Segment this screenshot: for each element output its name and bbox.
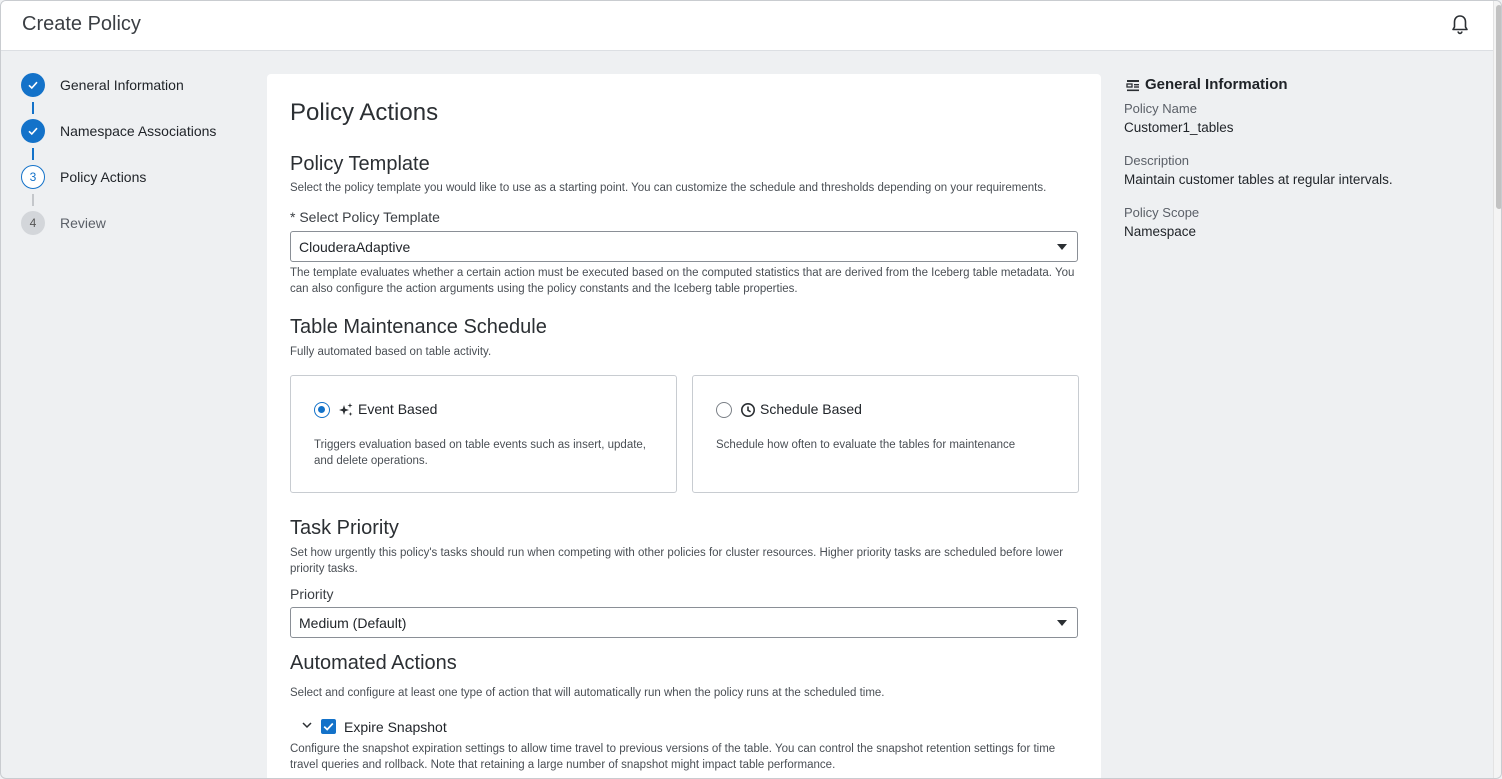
summary-field-value: Namespace xyxy=(1124,224,1197,239)
chevron-down-icon[interactable] xyxy=(302,720,312,730)
required-marker: * xyxy=(290,209,296,225)
schedule-based-option[interactable]: Schedule Based Schedule how often to eva… xyxy=(692,375,1079,493)
step-complete-icon xyxy=(21,119,45,143)
policy-template-select[interactable]: ClouderaAdaptive xyxy=(290,231,1078,262)
step-label: Policy Actions xyxy=(60,169,147,185)
select-template-label-text: Select Policy Template xyxy=(299,209,440,225)
policy-template-description: Select the policy template you would lik… xyxy=(290,182,1047,194)
step-connector xyxy=(32,194,34,206)
summary-grid-icon xyxy=(1126,80,1139,92)
priority-select[interactable]: Medium (Default) xyxy=(290,607,1078,638)
automated-actions-heading: Automated Actions xyxy=(290,652,457,674)
summary-field-value: Maintain customer tables at regular inte… xyxy=(1124,172,1393,187)
step-label: Namespace Associations xyxy=(60,123,217,139)
step-complete-icon xyxy=(21,73,45,97)
step-general-information[interactable]: General Information xyxy=(21,73,251,99)
schedule-based-radio[interactable] xyxy=(716,402,732,418)
caret-down-icon xyxy=(1057,244,1067,250)
schedule-heading: Table Maintenance Schedule xyxy=(290,316,547,338)
task-priority-description: Set how urgently this policy's tasks sho… xyxy=(290,547,1064,575)
policy-actions-card: Policy Actions Policy Template Select th… xyxy=(267,74,1101,778)
schedule-based-title: Schedule Based xyxy=(760,401,862,417)
caret-down-icon xyxy=(1057,620,1067,626)
step-namespace-associations[interactable]: Namespace Associations xyxy=(21,119,251,145)
step-review[interactable]: 4 Review xyxy=(21,211,251,237)
select-template-label: * Select Policy Template xyxy=(290,209,440,225)
task-priority-heading: Task Priority xyxy=(290,517,399,539)
priority-label: Priority xyxy=(290,586,334,602)
clock-icon xyxy=(741,403,755,417)
page-scrollbar[interactable] xyxy=(1493,1,1501,778)
summary-field-label: Description xyxy=(1124,153,1190,168)
event-based-option[interactable]: Event Based Triggers evaluation based on… xyxy=(290,375,677,493)
section-title: Policy Actions xyxy=(290,99,439,126)
automated-actions-description: Select and configure at least one type o… xyxy=(290,687,885,699)
sparkle-icon xyxy=(339,403,353,416)
expire-snapshot-description: Configure the snapshot expiration settin… xyxy=(290,743,1056,771)
event-based-description: Triggers evaluation based on table event… xyxy=(314,439,647,467)
step-connector xyxy=(32,102,34,114)
summary-field-label: Policy Name xyxy=(1124,101,1197,116)
checkmark-icon xyxy=(323,722,334,731)
event-based-radio[interactable] xyxy=(314,402,330,418)
schedule-description: Fully automated based on table activity. xyxy=(290,346,492,358)
bell-icon[interactable] xyxy=(1450,14,1470,36)
expire-snapshot-label: Expire Snapshot xyxy=(344,719,447,735)
event-based-title: Event Based xyxy=(358,401,438,417)
selected-priority: Medium (Default) xyxy=(299,615,407,631)
policy-template-heading: Policy Template xyxy=(290,153,430,175)
step-number: 3 xyxy=(21,165,45,189)
step-label: General Information xyxy=(60,77,184,93)
summary-field-value: Customer1_tables xyxy=(1124,120,1234,135)
step-connector xyxy=(32,148,34,160)
summary-field-label: Policy Scope xyxy=(1124,205,1200,220)
scrollbar-thumb[interactable] xyxy=(1496,5,1501,209)
top-bar: Create Policy xyxy=(1,1,1493,51)
step-label: Review xyxy=(60,215,106,231)
schedule-based-description: Schedule how often to evaluate the table… xyxy=(716,439,1016,451)
page-title: Create Policy xyxy=(22,13,141,35)
selected-template: ClouderaAdaptive xyxy=(299,239,411,255)
expire-snapshot-checkbox[interactable] xyxy=(321,719,336,734)
summary-title: General Information xyxy=(1145,76,1288,93)
step-number: 4 xyxy=(21,211,45,235)
app-window: Create Policy General Information Namesp… xyxy=(0,0,1502,779)
step-policy-actions[interactable]: 3 Policy Actions xyxy=(21,165,251,191)
policy-template-help: The template evaluates whether a certain… xyxy=(290,267,1075,295)
